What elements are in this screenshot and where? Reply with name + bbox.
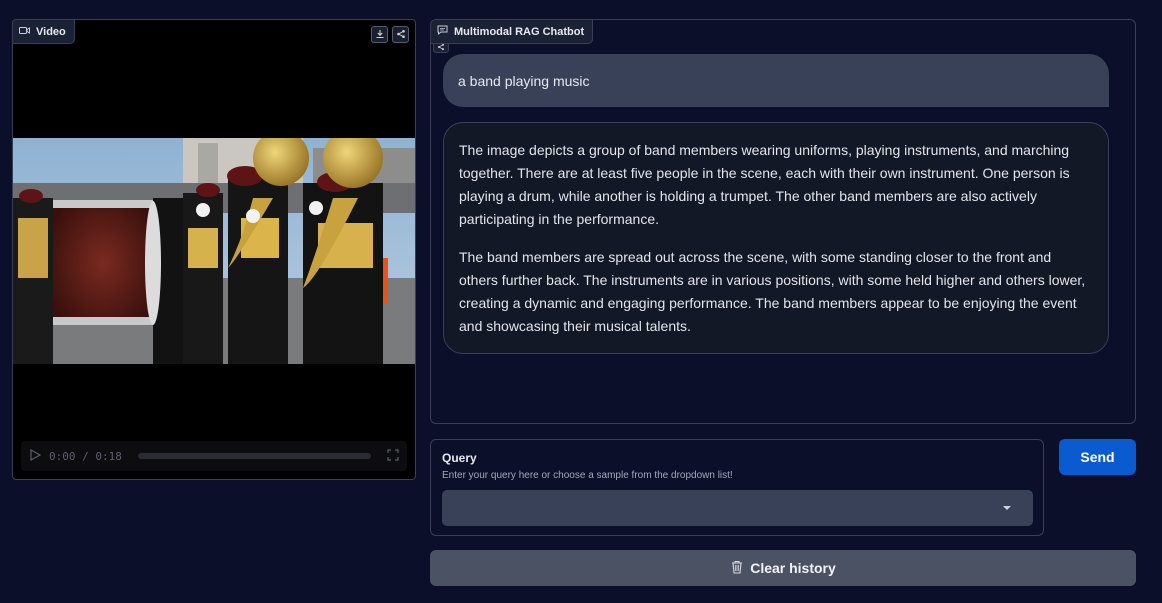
video-label-tag: Video (13, 20, 75, 44)
trash-icon (730, 560, 744, 577)
clear-history-button[interactable]: Clear history (430, 550, 1136, 586)
fullscreen-button[interactable] (387, 448, 399, 464)
video-label: Video (36, 25, 66, 38)
send-button[interactable]: Send (1059, 439, 1136, 475)
download-icon (375, 26, 385, 44)
query-label: Query (442, 451, 477, 465)
download-button[interactable] (371, 26, 388, 43)
chevron-down-icon (1003, 506, 1011, 510)
chatbot-label-tag: Multimodal RAG Chatbot (431, 20, 594, 44)
chat-bubble-icon (437, 25, 448, 38)
video-camera-icon (19, 26, 30, 38)
query-dropdown-container: Query Enter your query here or choose a … (430, 439, 1044, 536)
play-button[interactable] (29, 448, 42, 464)
play-icon (30, 448, 42, 461)
video-still-image (13, 138, 415, 364)
video-panel: Video 0:00 / 0:18 (12, 19, 416, 480)
video-time-display: 0:00 / 0:18 (49, 449, 122, 463)
clear-history-label: Clear history (750, 560, 836, 576)
query-info-text: Enter your query here or choose a sample… (442, 470, 733, 481)
chatbot-panel: Multimodal RAG Chatbot a band playing mu… (430, 19, 1136, 424)
fullscreen-icon (387, 448, 399, 461)
query-dropdown[interactable] (442, 490, 1033, 526)
bot-message-paragraph: The image depicts a group of band member… (459, 142, 1070, 227)
user-message-text: a band playing music (458, 72, 590, 89)
share-button[interactable] (392, 26, 409, 43)
bot-message: The image depicts a group of band member… (443, 122, 1109, 354)
video-progress-bar[interactable] (137, 453, 371, 459)
video-controls: 0:00 / 0:18 (21, 441, 407, 471)
user-message: a band playing music (443, 54, 1109, 107)
share-icon (437, 43, 445, 51)
chatbot-label: Multimodal RAG Chatbot (454, 25, 585, 38)
share-icon (396, 26, 406, 44)
video-frame[interactable] (13, 138, 415, 364)
bot-message-paragraph: The band members are spread out across t… (459, 249, 1086, 334)
